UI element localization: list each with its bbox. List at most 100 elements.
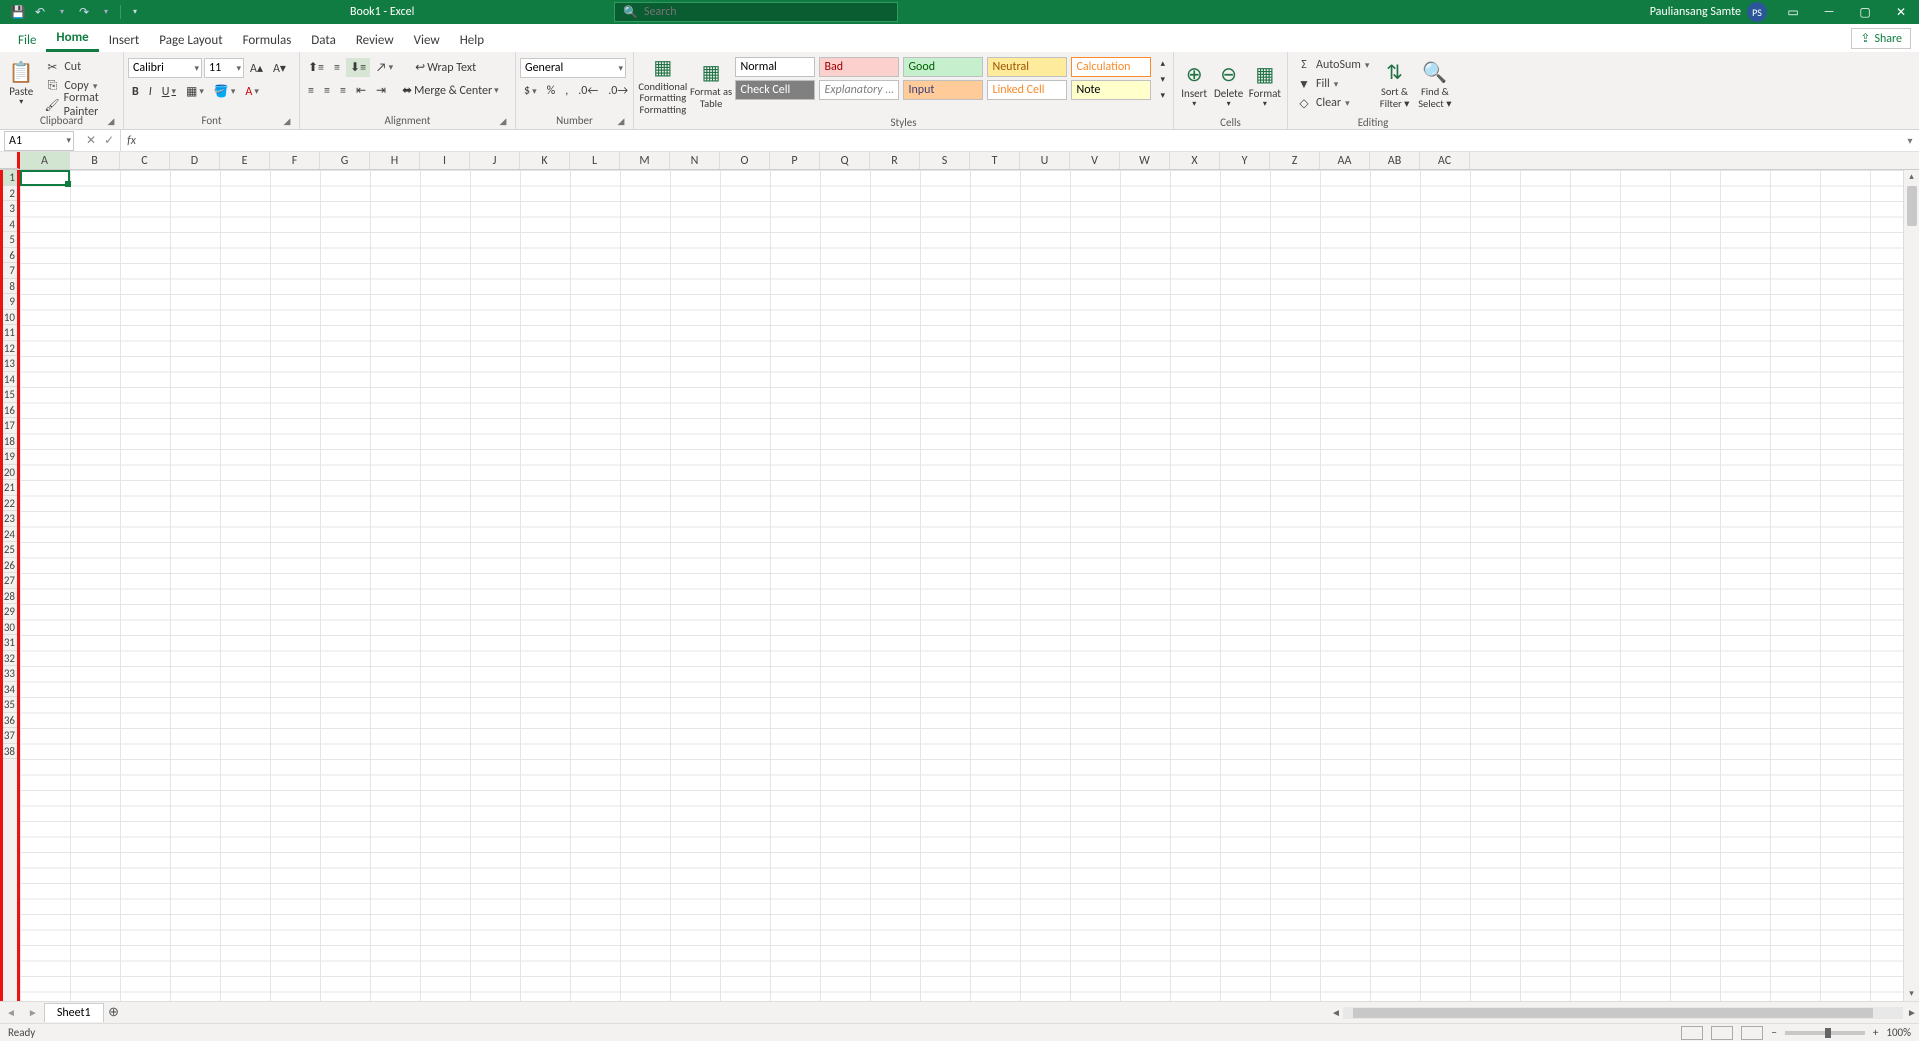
col-header-D[interactable]: D [170,152,220,169]
col-header-G[interactable]: G [320,152,370,169]
style-neutral[interactable]: Neutral [987,57,1067,77]
underline-button[interactable]: U [158,83,180,101]
sort-filter-button[interactable]: ⇅Sort &Filter ▾ [1375,56,1413,116]
scroll-left-icon[interactable]: ◄ [1329,1006,1343,1019]
cells-area[interactable] [20,170,1903,1001]
col-header-P[interactable]: P [770,152,820,169]
save-icon[interactable]: 💾 [10,4,26,20]
expand-formula-bar-icon[interactable]: ▾ [1901,134,1919,147]
merge-center-button[interactable]: ⬌Merge & Center [398,81,503,100]
percent-button[interactable]: % [543,82,560,100]
col-header-X[interactable]: X [1170,152,1220,169]
new-sheet-button[interactable]: ⊕ [104,1005,124,1020]
delete-cells-button[interactable]: ⊖Delete▾ [1212,56,1244,116]
fill-handle[interactable] [65,181,71,187]
insert-cells-button[interactable]: ⊕Insert▾ [1178,56,1210,116]
zoom-slider[interactable] [1785,1031,1865,1035]
horizontal-scrollbar[interactable]: ◄ ► [124,1006,1919,1019]
tab-data[interactable]: Data [301,29,346,52]
sheet-nav-prev[interactable]: ◄ [0,1006,22,1019]
undo-icon[interactable]: ↶ [32,4,48,20]
col-header-AC[interactable]: AC [1420,152,1470,169]
col-header-R[interactable]: R [870,152,920,169]
view-page-layout-button[interactable] [1711,1026,1733,1040]
font-color-button[interactable]: A [241,83,262,101]
search-box[interactable]: 🔍 [614,2,898,22]
col-header-U[interactable]: U [1020,152,1070,169]
format-painter-button[interactable]: 🖌Format Painter [40,96,119,114]
align-middle-button[interactable]: ≡ [330,59,344,77]
style-calculation[interactable]: Calculation [1071,57,1151,77]
enter-formula-icon[interactable]: ✓ [104,133,114,148]
conditional-formatting-button[interactable]: ▦ Conditional Formatting Formatting [638,56,688,116]
find-select-button[interactable]: 🔍Find &Select ▾ [1416,56,1454,116]
format-cells-button[interactable]: ▦Format▾ [1247,56,1283,116]
share-button[interactable]: ⇪ Share [1851,28,1911,49]
col-header-T[interactable]: T [970,152,1020,169]
style-bad[interactable]: Bad [819,57,899,77]
tab-formulas[interactable]: Formulas [233,29,302,52]
styles-scroll-up[interactable]: ▴ [1156,56,1169,71]
styles-scroll-down[interactable]: ▾ [1156,72,1169,87]
alignment-dialog-launcher[interactable]: ◢ [497,115,509,127]
select-all-corner[interactable] [0,152,20,169]
align-center-button[interactable]: ≡ [320,82,334,100]
tab-view[interactable]: View [404,29,450,52]
style-note[interactable]: Note [1071,80,1151,100]
sheet-nav-next[interactable]: ► [22,1006,44,1019]
comma-button[interactable]: , [561,82,572,100]
col-header-F[interactable]: F [270,152,320,169]
align-top-button[interactable]: ⬆≡ [304,58,328,77]
col-header-C[interactable]: C [120,152,170,169]
sheet-tab[interactable]: Sheet1 [44,1003,104,1022]
increase-decimal-button[interactable]: .0← [574,82,602,100]
view-normal-button[interactable] [1681,1026,1703,1040]
col-header-N[interactable]: N [670,152,720,169]
tab-home[interactable]: Home [46,26,98,52]
style-check-cell[interactable]: Check Cell [735,80,815,100]
account[interactable]: Pauliansang Samte PS [1650,2,1767,22]
style-normal[interactable]: Normal [735,57,815,77]
vertical-scrollbar[interactable]: ▴ ▾ [1903,170,1919,1001]
zoom-level[interactable]: 100% [1886,1026,1911,1039]
number-format-combo[interactable]: General [520,58,626,78]
col-header-H[interactable]: H [370,152,420,169]
decrease-decimal-button[interactable]: .0→ [604,82,632,100]
fill-button[interactable]: ▼Fill [1292,75,1373,93]
col-header-L[interactable]: L [570,152,620,169]
align-left-button[interactable]: ≡ [304,82,318,100]
align-right-button[interactable]: ≡ [336,82,350,100]
scroll-up-icon[interactable]: ▴ [1909,170,1914,184]
clear-button[interactable]: ◇Clear [1292,94,1373,112]
ribbon-display-icon[interactable]: ▭ [1775,0,1811,24]
maximize-button[interactable]: ▢ [1847,0,1883,24]
col-header-B[interactable]: B [70,152,120,169]
font-name-combo[interactable]: Calibri [128,58,202,78]
minimize-button[interactable]: — [1811,0,1847,24]
col-header-E[interactable]: E [220,152,270,169]
zoom-out-button[interactable]: − [1771,1026,1776,1039]
font-dialog-launcher[interactable]: ◢ [281,115,293,127]
col-header-W[interactable]: W [1120,152,1170,169]
paste-button[interactable]: 📋 Paste ▾ [4,54,38,114]
col-header-A[interactable]: A [20,152,70,169]
col-header-V[interactable]: V [1070,152,1120,169]
scroll-down-icon[interactable]: ▾ [1909,987,1914,1001]
styles-more[interactable]: ▾ [1156,88,1169,103]
wrap-text-button[interactable]: ↩Wrap Text [411,58,480,77]
col-header-J[interactable]: J [470,152,520,169]
style-input[interactable]: Input [903,80,983,100]
vscroll-thumb[interactable] [1907,186,1917,226]
style-good[interactable]: Good [903,57,983,77]
hscroll-thumb[interactable] [1353,1008,1873,1018]
tab-insert[interactable]: Insert [99,29,150,52]
font-size-combo[interactable]: 11 [204,58,244,78]
clipboard-dialog-launcher[interactable]: ◢ [105,115,117,127]
style-linked-cell[interactable]: Linked Cell [987,80,1067,100]
tab-page-layout[interactable]: Page Layout [149,29,232,52]
italic-button[interactable]: I [145,83,156,101]
decrease-font-button[interactable]: A▾ [269,59,290,78]
cancel-formula-icon[interactable]: ✕ [86,133,96,148]
col-header-S[interactable]: S [920,152,970,169]
formula-input[interactable] [142,131,1901,151]
